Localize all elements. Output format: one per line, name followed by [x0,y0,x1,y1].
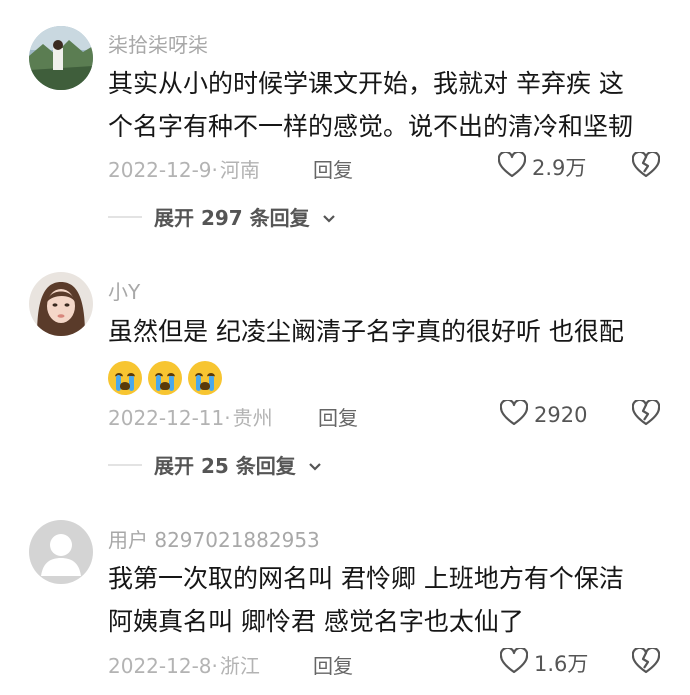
comment-text: 我第一次取的网名叫 君怜卿 上班地方有个保洁 阿姨真名叫 卿怜君 感觉名字也太仙… [108,557,624,643]
broken-heart-icon [631,150,661,182]
expand-replies-label: 展开 25 条回复 [154,454,296,478]
comment-username[interactable]: 用户 8297021882953 [108,524,320,553]
comment-location: 浙江 [219,654,260,678]
comment-text-line: 我第一次取的网名叫 君怜卿 上班地方有个保洁 [108,564,624,593]
comment-date: 2022-12-9 [108,158,212,182]
chevron-down-icon [308,453,322,477]
comment-date: 2022-12-8 [108,654,212,678]
meta-separator: · [224,406,231,430]
heart-outline-icon [499,398,529,430]
dislike-button[interactable] [631,398,661,430]
comment-location: 贵州 [232,406,273,430]
like-button[interactable]: 2.9万 [497,150,587,182]
avatar[interactable] [29,272,93,336]
comment-text: 虽然但是 纪凌尘阚清子名字真的很好听 也很配 [108,310,624,395]
expand-replies-label: 展开 297 条回复 [154,206,310,230]
avatar[interactable] [29,520,93,584]
reply-button[interactable]: 回复 [313,154,353,183]
avatar[interactable] [29,26,93,90]
comment-meta: 2022-12-8· 浙江 [108,650,260,679]
comment-text-line: 个名字有种不一样的感觉。说不出的清冷和坚韧 [108,112,634,141]
emoji-row [108,355,624,395]
comment-meta: 2022-12-9· 河南 [108,154,260,183]
heart-outline-icon [499,646,529,678]
like-count: 1.6万 [534,652,589,676]
heart-outline-icon [497,150,527,182]
comment-meta: 2022-12-11· 贵州 [108,402,273,431]
comment-text-line: 其实从小的时候学课文开始，我就对 辛弃疾 这 [108,69,624,98]
loudly-crying-emoji [148,361,182,395]
expand-replies-button[interactable]: 展开 25 条回复 [108,450,322,479]
dislike-button[interactable] [631,150,661,182]
broken-heart-icon [631,646,661,678]
dislike-button[interactable] [631,646,661,678]
meta-separator: · [211,158,218,182]
like-button[interactable]: 1.6万 [499,646,589,678]
divider [108,215,142,218]
meta-separator: · [211,654,218,678]
reply-button[interactable]: 回复 [313,650,353,679]
comment-date: 2022-12-11 [108,406,225,430]
comment-username[interactable]: 柒拾柒呀柒 [108,29,208,58]
comment-location: 河南 [219,158,260,182]
loudly-crying-emoji [188,361,222,395]
expand-replies-button[interactable]: 展开 297 条回复 [108,202,336,231]
comment-text-line: 虽然但是 纪凌尘阚清子名字真的很好听 也很配 [108,317,624,346]
loudly-crying-emoji [108,361,142,395]
divider [108,463,142,466]
comment-username[interactable]: 小Y [108,276,140,305]
like-button[interactable]: 2920 [499,398,588,430]
like-count: 2920 [534,403,588,427]
chevron-down-icon [322,205,336,229]
comment-text-line: 阿姨真名叫 卿怜君 感觉名字也太仙了 [108,607,524,636]
reply-button[interactable]: 回复 [318,402,358,431]
comment-text: 其实从小的时候学课文开始，我就对 辛弃疾 这 个名字有种不一样的感觉。说不出的清… [108,62,633,148]
like-count: 2.9万 [532,156,587,180]
broken-heart-icon [631,398,661,430]
